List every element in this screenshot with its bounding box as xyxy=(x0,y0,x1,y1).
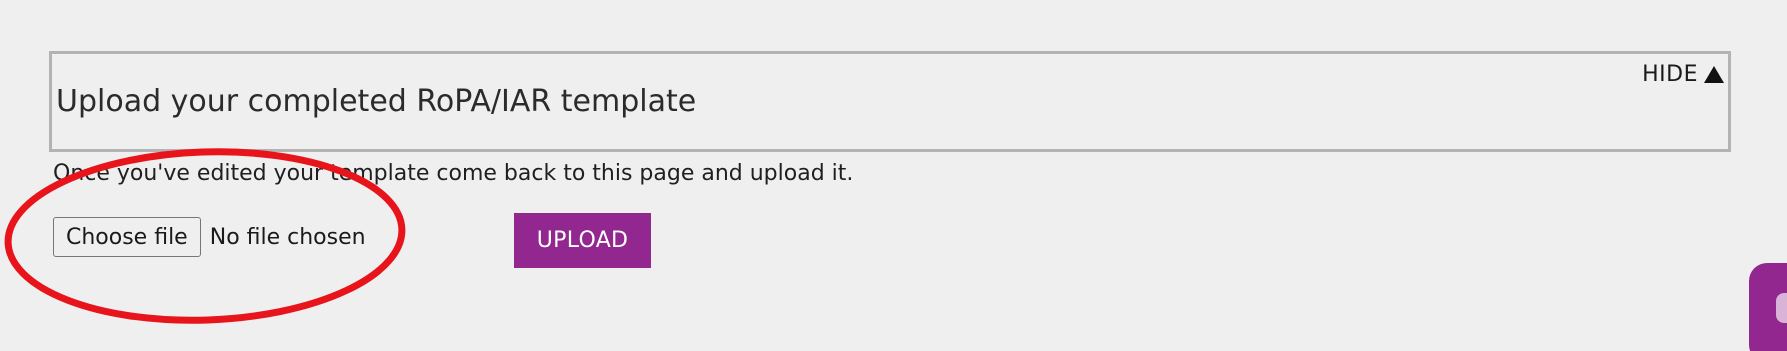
choose-file-button[interactable]: Choose file xyxy=(53,217,201,257)
hide-toggle[interactable]: HIDE xyxy=(1642,62,1724,87)
chat-bubble-icon xyxy=(1776,293,1787,323)
triangle-up-icon xyxy=(1704,66,1724,83)
page: HIDE Upload your completed RoPA/IAR temp… xyxy=(0,0,1787,351)
upload-instruction: Once you've edited your template come ba… xyxy=(53,161,854,186)
chat-launcher-button[interactable] xyxy=(1749,263,1787,351)
hide-label: HIDE xyxy=(1642,62,1698,87)
file-status-text: No file chosen xyxy=(209,224,366,250)
file-input[interactable]: Choose file No file chosen xyxy=(53,217,366,257)
upload-section-panel: HIDE Upload your completed RoPA/IAR temp… xyxy=(49,51,1731,152)
section-title: Upload your completed RoPA/IAR template xyxy=(56,84,697,119)
upload-button[interactable]: UPLOAD xyxy=(514,213,651,268)
